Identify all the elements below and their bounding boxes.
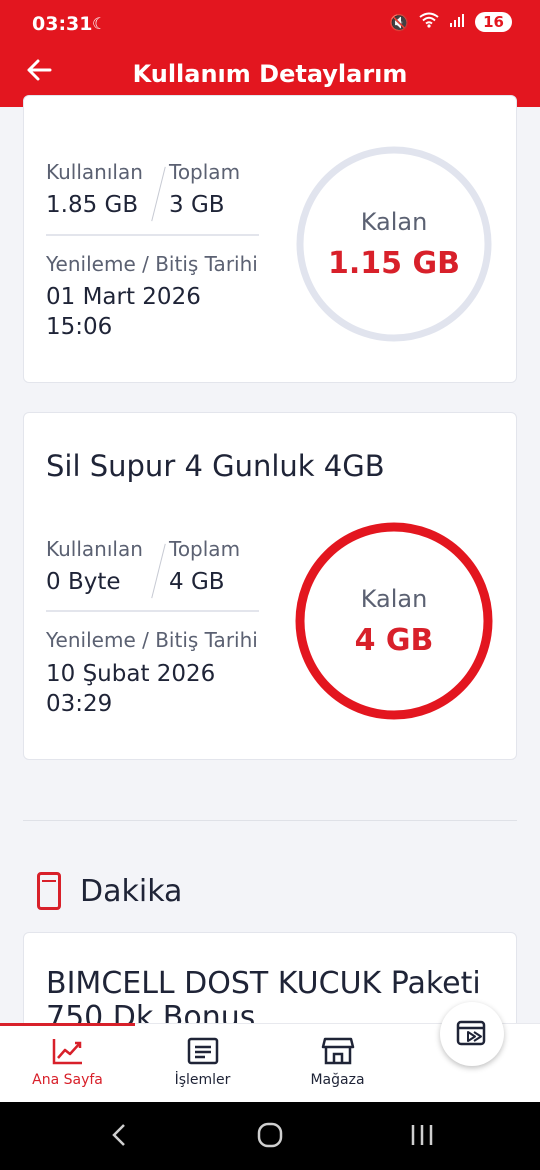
renew-label: Yenileme / Bitiş Tarihi — [46, 252, 258, 276]
system-navigation-bar — [0, 1102, 540, 1170]
ring-progress — [295, 522, 493, 720]
remaining-label: Kalan — [360, 585, 428, 613]
nav-label: İşlemler — [174, 1072, 231, 1088]
nav-item-home[interactable]: Ana Sayfa — [0, 1036, 135, 1088]
used-label: Kullanılan — [46, 160, 143, 184]
total-value: 3 GB — [169, 192, 225, 218]
phone-icon — [37, 872, 61, 910]
package-card: Kullanılan 1.85 GB Toplam 3 GB Yenileme … — [23, 95, 517, 383]
nav-item-operations[interactable]: İşlemler — [135, 1036, 270, 1088]
chart-line-icon — [52, 1039, 82, 1065]
used-label: Kullanılan — [46, 537, 143, 561]
moon-icon: ☾ — [92, 14, 107, 33]
renew-time: 03:29 — [46, 691, 113, 717]
package-title: Sil Supur 4 Gunluk 4GB — [46, 449, 385, 483]
remaining-ring — [295, 522, 493, 720]
divider — [46, 610, 259, 612]
remaining-label: Kalan — [360, 208, 428, 236]
renew-date: 10 Şubat 2026 — [46, 661, 216, 687]
list-icon — [187, 1037, 218, 1065]
active-tab-indicator — [0, 1023, 135, 1026]
total-label: Toplam — [169, 160, 241, 184]
system-recents-icon[interactable] — [410, 1122, 434, 1155]
total-value: 4 GB — [169, 569, 225, 595]
renew-label: Yenileme / Bitiş Tarihi — [46, 628, 258, 652]
used-value: 0 Byte — [46, 569, 121, 595]
wifi-icon — [419, 12, 439, 32]
section-divider — [23, 820, 517, 821]
used-value: 1.85 GB — [46, 192, 139, 218]
status-icons: 🔇 16 — [389, 12, 512, 32]
remaining-value: 1.15 GB — [328, 246, 460, 281]
status-bar: 03:31 ☾ 🔇 16 — [0, 0, 540, 50]
divider — [151, 166, 166, 222]
renew-time: 15:06 — [46, 314, 113, 340]
store-icon — [321, 1037, 354, 1065]
status-time: 03:31 — [32, 13, 93, 35]
mute-icon: 🔇 — [389, 12, 410, 32]
renew-date: 01 Mart 2026 — [46, 284, 201, 310]
package-card: Sil Supur 4 Gunluk 4GB Kullanılan 0 Byte… — [23, 412, 517, 760]
nav-label: Mağaza — [310, 1072, 365, 1088]
play-store-icon — [456, 1020, 486, 1046]
total-label: Toplam — [169, 537, 241, 561]
nav-item-store[interactable]: Mağaza — [270, 1036, 405, 1088]
remaining-ring — [295, 145, 493, 343]
play-store-button[interactable] — [440, 1002, 504, 1066]
battery-indicator: 16 — [475, 12, 512, 32]
remaining-value: 4 GB — [354, 623, 434, 658]
system-back-icon[interactable] — [110, 1122, 128, 1155]
divider — [46, 234, 259, 236]
page-title: Kullanım Detaylarım — [132, 60, 408, 88]
nav-label: Ana Sayfa — [32, 1072, 103, 1088]
app-header: 03:31 ☾ 🔇 16 Kullanım Detaylarım — [0, 0, 540, 107]
section-title: Dakika — [80, 874, 183, 909]
ring-track — [296, 146, 492, 342]
system-home-icon[interactable] — [257, 1122, 283, 1155]
signal-icon — [449, 12, 465, 32]
divider — [151, 543, 166, 599]
